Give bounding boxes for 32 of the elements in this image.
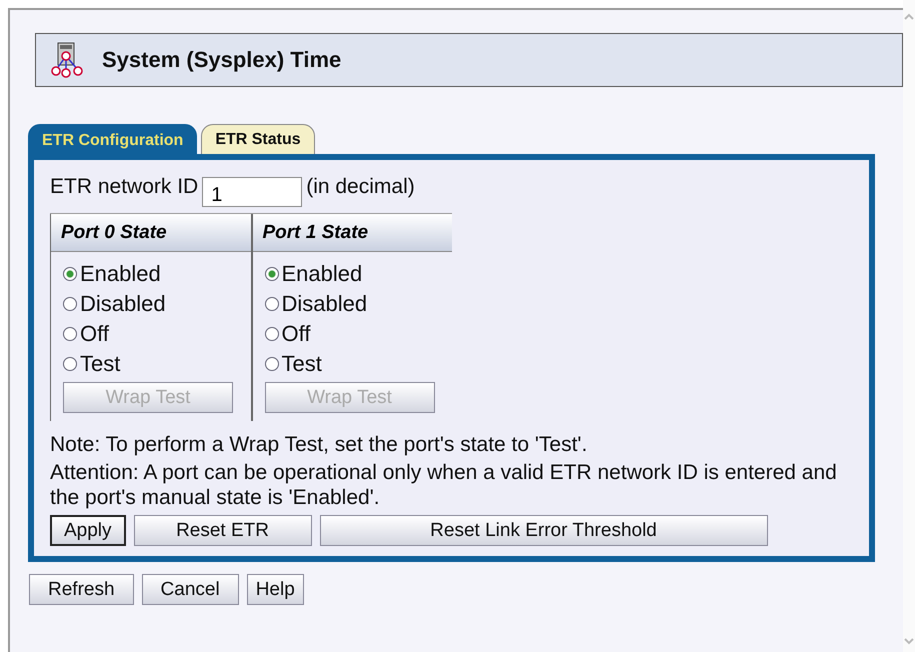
attention-text: Attention: A port can be operational only when a valid ETR network ID is entered and the port's manual state is 'Enabled'. xyxy=(50,460,838,510)
radio-button[interactable] xyxy=(264,357,278,371)
radio-button[interactable] xyxy=(63,267,77,281)
radio-button[interactable] xyxy=(63,327,77,341)
tab[interactable]: ETR Configuration xyxy=(28,124,198,154)
note-text: Note: To perform a Wrap Test, set the port's state to 'Test'. xyxy=(50,432,588,457)
column-header: Port 1 State xyxy=(252,214,452,252)
radio-option[interactable]: Disabled xyxy=(63,289,166,319)
tab[interactable]: ETR Status xyxy=(201,124,315,154)
radio-button[interactable] xyxy=(264,297,278,311)
footer-button[interactable]: Refresh xyxy=(29,574,134,605)
radio-option[interactable]: Enabled xyxy=(264,259,362,289)
radio-option[interactable]: Test xyxy=(264,349,322,379)
radio-button[interactable] xyxy=(264,327,278,341)
footer-button[interactable]: Help xyxy=(246,574,304,605)
column-header: Port 0 State xyxy=(51,214,250,252)
radio-option[interactable]: Off xyxy=(264,319,310,349)
radio-button[interactable] xyxy=(63,297,77,311)
field-label: ETR network ID xyxy=(50,174,198,199)
radio-option[interactable]: Enabled xyxy=(63,259,161,289)
action-button[interactable]: Apply xyxy=(50,515,126,546)
network-id-field[interactable]: 1 xyxy=(202,177,302,207)
radio-option[interactable]: Disabled xyxy=(264,289,368,319)
radio-button[interactable] xyxy=(63,357,77,371)
page-title: System (Sysplex) Time xyxy=(102,47,342,73)
footer-button[interactable]: Cancel xyxy=(142,574,239,605)
radio-option[interactable]: Test xyxy=(63,349,120,379)
radio-button[interactable] xyxy=(264,267,278,281)
action-button[interactable]: Reset Link Error Threshold xyxy=(320,515,768,546)
field-hint: (in decimal) xyxy=(306,174,415,199)
action-button[interactable]: Reset ETR xyxy=(134,515,312,546)
radio-option[interactable]: Off xyxy=(63,319,109,349)
